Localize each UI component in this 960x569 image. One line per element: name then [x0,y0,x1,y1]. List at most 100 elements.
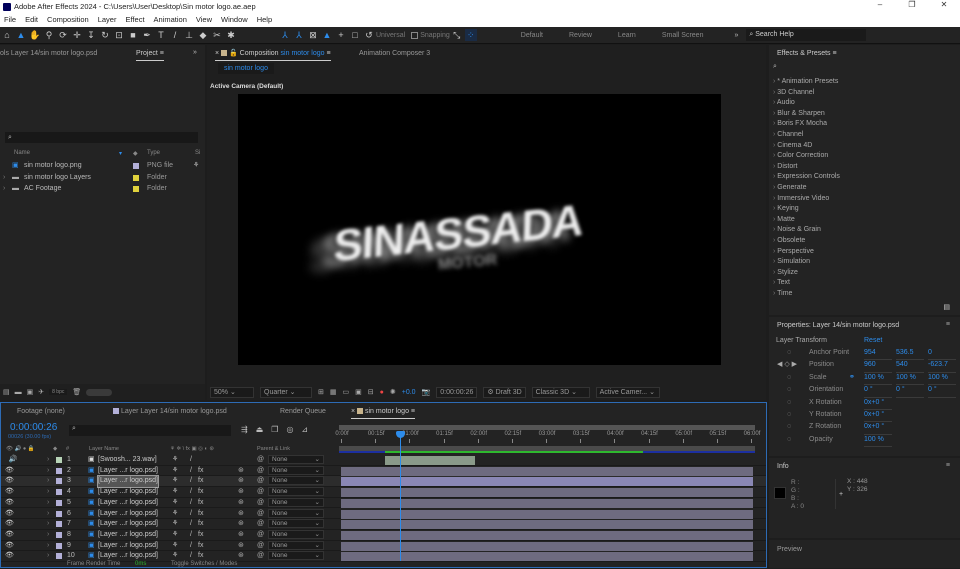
bit-depth-button[interactable]: 8 bpc [49,389,68,395]
3d-layer-icon[interactable]: ⊛ [238,487,244,498]
fx-switch-icon[interactable]: fx [198,476,203,487]
trash-icon[interactable]: 🗑 [72,388,81,396]
project-search-input[interactable]: ⌕ [5,132,198,143]
quality-switch-icon[interactable]: / [190,498,192,509]
parent-dropdown[interactable]: None ⌄ [268,465,324,475]
reset-button[interactable]: Reset [864,337,882,344]
world-axis-icon[interactable]: ⅄ [293,29,305,41]
property-value[interactable]: 0x+0 ° [864,397,892,410]
property-value[interactable]: 0x+0 ° [864,409,892,423]
tab-composition[interactable]: × 🔓 Composition sin motor logo ≡ [215,47,331,61]
graph-editor-icon[interactable]: ⊿ [301,425,308,434]
project-item[interactable]: ▣ sin motor logo.png PNG file ⚘ [0,161,205,172]
layer-name[interactable]: [Layer ...r logo.psd] [98,541,158,552]
layer-duration-bar[interactable] [341,466,753,476]
effects-category[interactable]: › Keying [773,204,840,215]
current-time[interactable]: 0:00:00:26 [436,386,478,398]
roto-tool-icon[interactable]: ✂ [211,29,223,41]
brush-tool-icon[interactable]: / [169,29,181,41]
scale-gizmo-icon[interactable]: □ [349,29,361,41]
layer-label-color[interactable] [56,478,62,485]
parent-dropdown[interactable]: None ⌄ [268,519,324,529]
snapshot-icon[interactable]: 📷 [422,388,431,396]
effects-category[interactable]: › Distort [773,162,840,173]
effects-category[interactable]: › Boris FX Mocha [773,119,840,130]
exposure-value[interactable]: +0.0 [402,389,416,396]
universal-label[interactable]: Universal [376,32,405,39]
layer-label-color[interactable] [56,499,62,506]
parent-dropdown[interactable]: None ⌄ [268,551,324,561]
effects-category[interactable]: › Matte [773,215,840,226]
effects-category[interactable]: › Channel [773,130,840,141]
pickwhip-icon[interactable]: @ [257,498,264,509]
composition-mini-flowchart-icon[interactable]: ⇶ [241,425,248,434]
property-value[interactable]: 954 [864,347,892,361]
rotate-gizmo-icon[interactable]: ↺ [363,29,375,41]
expand-chevron-icon[interactable]: › [47,455,49,466]
pan-tool-icon[interactable]: ✛ [71,29,83,41]
quality-switch-icon[interactable]: / [190,509,192,520]
camera-view-dropdown[interactable]: Active Camer... ⌄ [595,386,660,398]
chevron-right-icon[interactable]: › [3,184,5,195]
fx-switch-icon[interactable]: fx [198,466,203,477]
effects-category[interactable]: › Stylize [773,268,840,279]
interpret-footage-icon[interactable]: ▤ [3,388,10,396]
label-color[interactable] [133,174,139,181]
project-item[interactable]: › ▬ AC Footage Folder [0,184,205,195]
grid-icon[interactable]: ⊟ [368,388,374,396]
visibility-eye-icon[interactable]: 👁 [5,541,14,552]
constrain-proportions-icon[interactable]: ⚭ [849,372,855,384]
parent-dropdown[interactable]: None ⌄ [268,497,324,507]
effects-category[interactable]: › Expression Controls [773,172,840,183]
property-value[interactable]: 0 [928,347,956,361]
expand-chevron-icon[interactable]: › [47,530,49,541]
layer-name[interactable]: [Layer ...r logo.psd] [98,487,158,498]
zoom-tool-icon[interactable]: ⚲ [43,29,55,41]
motion-blur-icon[interactable]: ◎ [286,425,293,434]
layer-duration-bar[interactable] [341,541,753,551]
render-icon[interactable]: ✈ [38,388,44,396]
effects-category[interactable]: › Color Correction [773,151,840,162]
property-value[interactable]: 0x+0 ° [864,421,892,435]
expand-chevron-icon[interactable]: › [47,487,49,498]
local-axis-icon[interactable]: ⅄ [279,29,291,41]
fx-switch-icon[interactable]: fx [198,509,203,520]
new-preset-icon[interactable]: ▤ [943,303,950,311]
property-value[interactable]: 100 % [864,434,892,448]
effects-search-input[interactable]: ⌕ [773,63,955,73]
stopwatch-icon[interactable]: ◌ [787,397,791,409]
effects-category[interactable]: › Obsolete [773,236,840,247]
transparency-grid-icon[interactable]: ▦ [330,388,337,396]
layer-label-color[interactable] [56,521,62,528]
expand-chevron-icon[interactable]: › [47,476,49,487]
stopwatch-icon[interactable]: ◌ [787,384,791,396]
properties-menu-icon[interactable]: ≡ [946,321,950,328]
position-gizmo-icon[interactable]: + [335,29,347,41]
effects-category[interactable]: › Noise & Grain [773,225,840,236]
workspace-learn[interactable]: Learn [618,32,636,39]
type-tool-icon[interactable]: T [155,29,167,41]
selection-tool-icon[interactable]: ▲ [15,29,27,41]
pickwhip-icon[interactable]: @ [257,541,264,552]
snapping-label[interactable]: Snapping [420,32,450,39]
new-comp-icon[interactable]: ▣ [27,388,34,396]
pickwhip-icon[interactable]: @ [257,519,264,530]
3d-layer-icon[interactable]: ⊛ [238,541,244,552]
quality-switch-icon[interactable]: / [190,530,192,541]
quality-switch-icon[interactable]: / [190,455,192,466]
fx-switch-icon[interactable]: fx [198,519,203,530]
3d-layer-icon[interactable]: ⊛ [238,466,244,477]
keyframe-navigator-icon[interactable]: ◀ ◇ ▶ [777,359,797,371]
clone-tool-icon[interactable]: ⊥ [183,29,195,41]
layer-duration-bar[interactable] [341,520,753,530]
property-value[interactable]: 0 ° [864,384,892,398]
shy-switch-icon[interactable]: ⚘ [172,509,178,520]
fx-switch-icon[interactable]: fx [198,498,203,509]
label-color[interactable] [133,163,139,169]
orbit-tool-icon[interactable]: ⟳ [57,29,69,41]
shy-switch-icon[interactable]: ⚘ [172,476,178,487]
stopwatch-icon[interactable]: ◌ [787,347,791,359]
layer-label-color[interactable] [56,531,62,538]
visibility-eye-icon[interactable]: 👁 [5,476,14,487]
layer-name[interactable]: [Layer ...r logo.psd] [98,530,158,541]
